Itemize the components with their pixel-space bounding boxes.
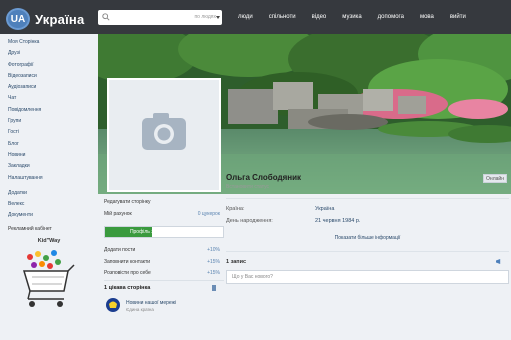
- divider: [226, 251, 509, 252]
- sidebar-item-groups[interactable]: Групи: [8, 116, 90, 127]
- sidebar-item-messages[interactable]: Повідомлення: [8, 105, 90, 116]
- info-row-birthday: День народження: 21 червня 1984 р.: [226, 215, 509, 227]
- logo-badge: UA: [6, 8, 30, 30]
- info-value[interactable]: Україна: [315, 203, 334, 215]
- trash-icon[interactable]: [212, 284, 216, 291]
- nav-music[interactable]: музика: [342, 14, 361, 20]
- search-icon: [102, 13, 110, 21]
- progress-label: Профіль заповнений на: 40%: [129, 229, 199, 235]
- task-label: Розповісти про себе: [104, 270, 151, 276]
- ad-brand: Kid"Way: [37, 237, 61, 244]
- info-value[interactable]: 21 червня 1984 р.: [315, 215, 360, 227]
- sidebar-item-bookmarks[interactable]: Закладки: [8, 161, 90, 172]
- sidebar-item-friends[interactable]: Друзі: [8, 48, 90, 59]
- interesting-pages-title: 1 цікава сторінка: [104, 284, 151, 291]
- search-input[interactable]: по людях: [98, 10, 222, 25]
- sidebar-item-audio[interactable]: Аудіозаписи: [8, 82, 90, 93]
- account-label: Мій рахунок: [104, 210, 132, 217]
- megaphone-icon[interactable]: [496, 259, 501, 264]
- task-add-posts[interactable]: Додати пости +10%: [104, 245, 224, 257]
- info-row-country: Країна: Україна: [226, 203, 509, 215]
- account-row[interactable]: Мій рахунок 0 цукерок: [104, 209, 224, 221]
- sidebar-item-chat[interactable]: Чат: [8, 93, 90, 104]
- task-label: Додати пости: [104, 247, 136, 253]
- group-name[interactable]: Новини нашої мережі: [126, 300, 176, 306]
- nav-video[interactable]: відео: [312, 14, 327, 20]
- search-scope-select[interactable]: по людях: [194, 14, 216, 20]
- task-fill-contacts[interactable]: Заповнити контакти +15%: [104, 257, 224, 269]
- sidebar-item-my-page[interactable]: Моя Сторінка: [8, 37, 90, 48]
- list-item[interactable]: Новини нашої мережі Єдина країна: [104, 294, 224, 316]
- sidebar-item-veleks[interactable]: Велекс: [8, 199, 90, 210]
- group-subtitle: Єдина країна: [126, 306, 154, 312]
- shopping-cart-icon: [22, 249, 75, 307]
- account-value: 0 цукерок: [197, 210, 220, 217]
- task-about-me[interactable]: Розповісти про себе +15%: [104, 268, 224, 280]
- info-label: День народження:: [226, 218, 273, 224]
- new-post-input[interactable]: Що у Вас нового?: [226, 270, 509, 284]
- profile-name: Ольга Слободяник: [226, 173, 301, 182]
- top-bar: UA Україна по людях люди спільноти відео…: [0, 0, 511, 34]
- online-badge: Онлайн: [483, 174, 507, 183]
- logo-text: Україна: [35, 11, 85, 27]
- ad-cabinet-title[interactable]: Рекламний кабінет: [8, 224, 90, 235]
- profile-left-column: Редагувати сторінку Мій рахунок 0 цукеро…: [104, 197, 224, 316]
- sidebar-item-videos[interactable]: Відеозаписи: [8, 71, 90, 82]
- sidebar-item-apps[interactable]: Додатки: [8, 188, 90, 199]
- divider: [226, 198, 509, 199]
- avatar[interactable]: [107, 78, 221, 192]
- wall-count: 1 запис: [226, 259, 247, 265]
- nav-communities[interactable]: спільноти: [269, 14, 296, 20]
- info-label: Країна:: [226, 206, 245, 212]
- top-nav: люди спільноти відео музика допомога мов…: [238, 14, 482, 20]
- profile-progress-bar: Профіль заповнений на: 40%: [104, 226, 224, 238]
- sidebar: Моя Сторінка Друзі Фотографії Відеозапис…: [8, 37, 90, 311]
- group-avatar: [106, 297, 120, 312]
- task-value: +15%: [207, 258, 220, 265]
- nav-help[interactable]: допомога: [378, 14, 404, 20]
- task-value: +10%: [207, 247, 220, 253]
- wall-header: 1 запис: [226, 256, 509, 268]
- sidebar-item-guests[interactable]: Гості: [8, 127, 90, 138]
- task-value: +15%: [207, 270, 220, 276]
- nav-logout[interactable]: вийти: [450, 14, 466, 20]
- nav-people[interactable]: люди: [238, 14, 253, 20]
- nav-language[interactable]: мова: [420, 14, 434, 20]
- ad-banner[interactable]: [8, 247, 90, 311]
- sidebar-item-blog[interactable]: Блог: [8, 139, 90, 150]
- task-label: Заповнити контакти: [104, 258, 151, 265]
- edit-page-link[interactable]: Редагувати сторінку: [104, 197, 224, 209]
- camera-icon: [142, 113, 186, 150]
- sidebar-item-news[interactable]: Новини: [8, 150, 90, 161]
- sidebar-item-settings[interactable]: Налаштування: [8, 173, 90, 184]
- show-more-info-link[interactable]: Показати більше інформації: [226, 231, 509, 245]
- status-input[interactable]: Встановити статус: [226, 183, 509, 192]
- interesting-pages-header: 1 цікава сторінка: [104, 279, 224, 294]
- sidebar-item-documents[interactable]: Документи: [8, 210, 90, 221]
- profile-info: Ольга Слободяник Встановити статус Онлай…: [226, 172, 509, 284]
- chevron-down-icon: [216, 16, 220, 19]
- sidebar-item-photos[interactable]: Фотографії: [8, 60, 90, 71]
- logo[interactable]: UA Україна: [6, 8, 84, 30]
